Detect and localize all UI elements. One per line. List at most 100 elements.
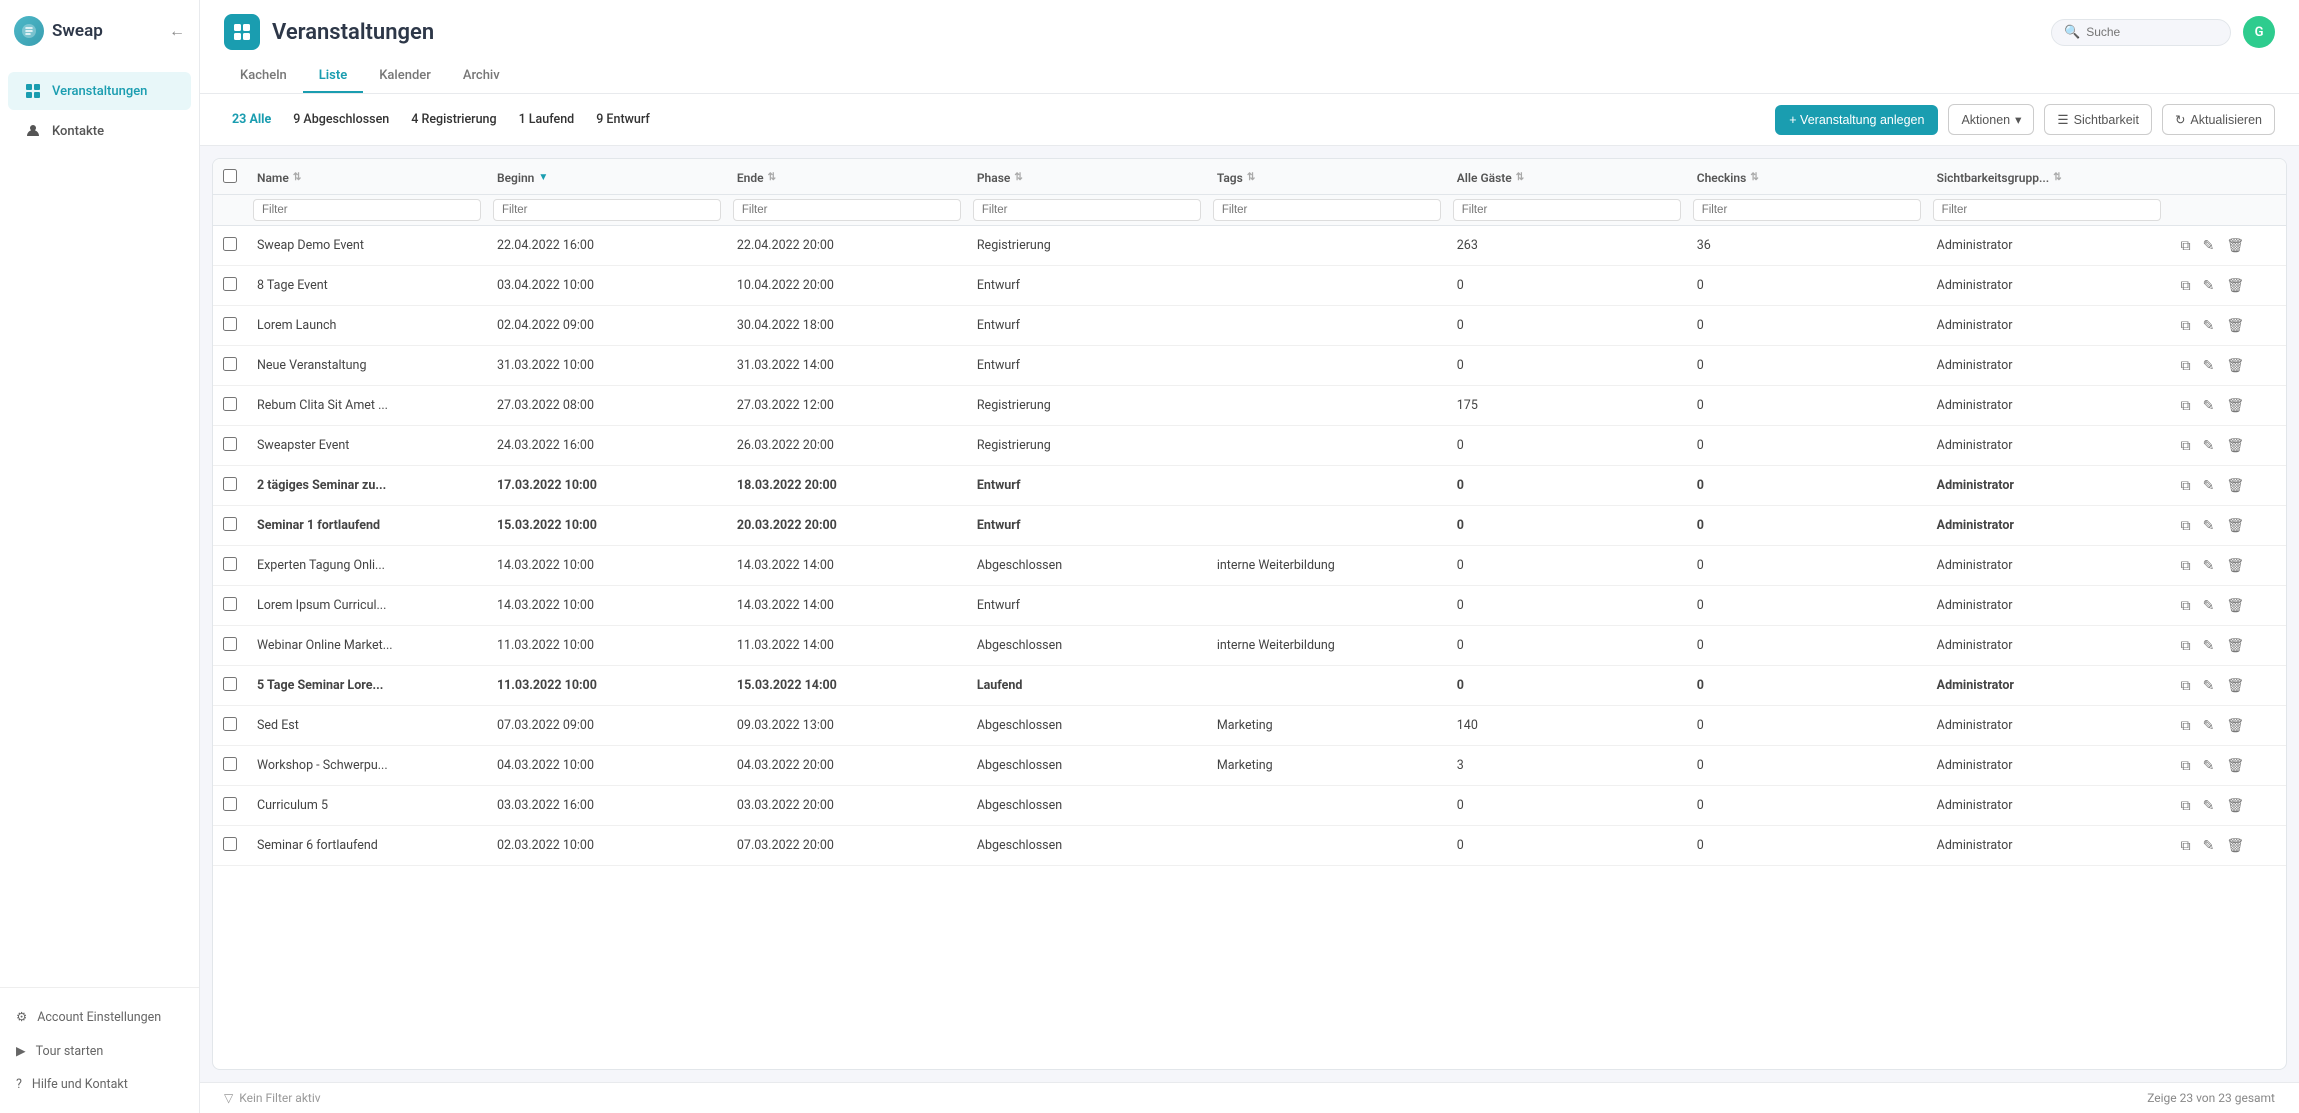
row-checkbox-cell[interactable] [213, 786, 247, 826]
sichtbarkeit-button[interactable]: ☰ Sichtbarkeit [2044, 104, 2152, 135]
row-edit-button[interactable]: ✎ [2199, 675, 2219, 696]
row-copy-button[interactable]: ⧉ [2177, 675, 2195, 696]
filter-entwurf[interactable]: 9 Entwurf [588, 109, 658, 130]
row-copy-button[interactable]: ⧉ [2177, 395, 2195, 416]
sidebar-tour[interactable]: ▶ Tour starten [8, 1034, 191, 1068]
row-copy-button[interactable]: ⧉ [2177, 515, 2195, 536]
row-delete-button[interactable]: 🗑 [2222, 835, 2248, 856]
row-copy-button[interactable]: ⧉ [2177, 755, 2195, 776]
search-input[interactable] [2086, 25, 2218, 39]
row-checkbox[interactable] [223, 837, 237, 851]
col-header-beginn[interactable]: Beginn▼ [487, 159, 727, 195]
filter-registrierung[interactable]: 4 Registrierung [403, 109, 504, 130]
row-edit-button[interactable]: ✎ [2199, 595, 2219, 616]
row-checkbox[interactable] [223, 557, 237, 571]
aktualisieren-button[interactable]: ↻ Aktualisieren [2162, 104, 2275, 135]
row-delete-button[interactable]: 🗑 [2222, 555, 2248, 576]
row-checkbox-cell[interactable] [213, 506, 247, 546]
row-copy-button[interactable]: ⧉ [2177, 715, 2195, 736]
row-edit-button[interactable]: ✎ [2199, 315, 2219, 336]
col-header-checkins[interactable]: Checkins⇅ [1687, 159, 1927, 195]
row-checkbox[interactable] [223, 317, 237, 331]
row-copy-button[interactable]: ⧉ [2177, 835, 2195, 856]
row-delete-button[interactable]: 🗑 [2222, 315, 2248, 336]
row-checkbox-cell[interactable] [213, 266, 247, 306]
row-checkbox-cell[interactable] [213, 586, 247, 626]
row-checkbox-cell[interactable] [213, 386, 247, 426]
row-checkbox[interactable] [223, 677, 237, 691]
row-delete-button[interactable]: 🗑 [2222, 395, 2248, 416]
row-checkbox-cell[interactable] [213, 746, 247, 786]
row-edit-button[interactable]: ✎ [2199, 475, 2219, 496]
row-checkbox[interactable] [223, 637, 237, 651]
row-copy-button[interactable]: ⧉ [2177, 235, 2195, 256]
row-checkbox[interactable] [223, 237, 237, 251]
tab-liste[interactable]: Liste [303, 60, 363, 93]
row-delete-button[interactable]: 🗑 [2222, 795, 2248, 816]
search-box[interactable]: 🔍 [2051, 19, 2231, 46]
row-delete-button[interactable]: 🗑 [2222, 755, 2248, 776]
row-delete-button[interactable]: 🗑 [2222, 635, 2248, 656]
row-copy-button[interactable]: ⧉ [2177, 475, 2195, 496]
row-edit-button[interactable]: ✎ [2199, 235, 2219, 256]
col-header-ende[interactable]: Ende⇅ [727, 159, 967, 195]
row-delete-button[interactable]: 🗑 [2222, 355, 2248, 376]
row-checkbox[interactable] [223, 437, 237, 451]
filter-all[interactable]: 23 Alle [224, 109, 279, 130]
col-header-tags[interactable]: Tags⇅ [1207, 159, 1447, 195]
row-delete-button[interactable]: 🗑 [2222, 475, 2248, 496]
col-header-name[interactable]: Name⇅ [247, 159, 487, 195]
row-copy-button[interactable]: ⧉ [2177, 315, 2195, 336]
row-checkbox-cell[interactable] [213, 666, 247, 706]
row-checkbox[interactable] [223, 797, 237, 811]
filter-laufend[interactable]: 1 Laufend [511, 109, 583, 130]
select-all-header[interactable] [213, 159, 247, 195]
row-edit-button[interactable]: ✎ [2199, 515, 2219, 536]
row-delete-button[interactable]: 🗑 [2222, 515, 2248, 536]
row-checkbox[interactable] [223, 357, 237, 371]
row-checkbox[interactable] [223, 757, 237, 771]
sidebar-item-veranstaltungen[interactable]: Veranstaltungen [8, 72, 191, 110]
sidebar-collapse-button[interactable]: ← [169, 21, 185, 41]
row-delete-button[interactable]: 🗑 [2222, 435, 2248, 456]
row-edit-button[interactable]: ✎ [2199, 355, 2219, 376]
row-edit-button[interactable]: ✎ [2199, 435, 2219, 456]
sidebar-help[interactable]: ? Hilfe und Kontakt [8, 1068, 191, 1101]
row-copy-button[interactable]: ⧉ [2177, 355, 2195, 376]
row-copy-button[interactable]: ⧉ [2177, 555, 2195, 576]
row-delete-button[interactable]: 🗑 [2222, 715, 2248, 736]
col-header-phase[interactable]: Phase⇅ [967, 159, 1207, 195]
filter-gaeste-input[interactable] [1453, 199, 1681, 221]
filter-checkins-input[interactable] [1693, 199, 1921, 221]
tab-kalender[interactable]: Kalender [363, 60, 447, 93]
row-checkbox[interactable] [223, 517, 237, 531]
filter-name-input[interactable] [253, 199, 481, 221]
row-checkbox-cell[interactable] [213, 546, 247, 586]
row-checkbox-cell[interactable] [213, 226, 247, 266]
row-delete-button[interactable]: 🗑 [2222, 235, 2248, 256]
row-edit-button[interactable]: ✎ [2199, 715, 2219, 736]
filter-beginn-input[interactable] [493, 199, 721, 221]
filter-sichtbarkeit-input[interactable] [1933, 199, 2161, 221]
row-delete-button[interactable]: 🗑 [2222, 675, 2248, 696]
row-edit-button[interactable]: ✎ [2199, 275, 2219, 296]
row-checkbox-cell[interactable] [213, 346, 247, 386]
row-copy-button[interactable]: ⧉ [2177, 275, 2195, 296]
tab-archiv[interactable]: Archiv [447, 60, 516, 93]
row-edit-button[interactable]: ✎ [2199, 635, 2219, 656]
row-checkbox[interactable] [223, 597, 237, 611]
filter-ende-input[interactable] [733, 199, 961, 221]
col-header-sichtbarkeit[interactable]: Sichtbarkeitsgrupp...⇅ [1927, 159, 2167, 195]
row-checkbox[interactable] [223, 397, 237, 411]
add-event-button[interactable]: + Veranstaltung anlegen [1775, 105, 1938, 135]
row-copy-button[interactable]: ⧉ [2177, 435, 2195, 456]
row-checkbox-cell[interactable] [213, 626, 247, 666]
sidebar-account-settings[interactable]: ⚙ Account Einstellungen [8, 1000, 191, 1034]
row-edit-button[interactable]: ✎ [2199, 835, 2219, 856]
row-edit-button[interactable]: ✎ [2199, 795, 2219, 816]
sidebar-item-kontakte[interactable]: Kontakte [8, 112, 191, 150]
row-checkbox-cell[interactable] [213, 426, 247, 466]
user-avatar[interactable]: G [2243, 16, 2275, 48]
row-checkbox[interactable] [223, 277, 237, 291]
row-delete-button[interactable]: 🗑 [2222, 275, 2248, 296]
